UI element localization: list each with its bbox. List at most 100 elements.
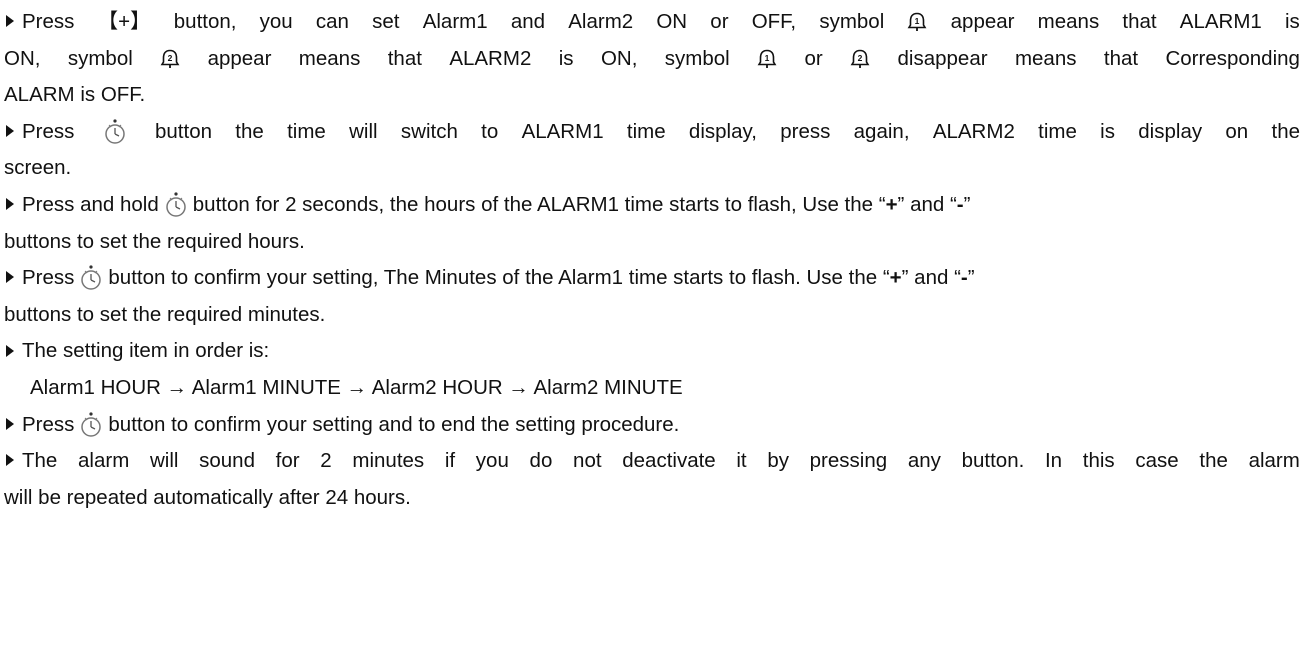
triangle-bullet-icon [6,344,14,357]
para1-line1: Press 【+】 button, you can set Alarm1 and Alarm2 O… [4,4,1300,41]
triangle-bullet-icon [6,454,14,467]
word: you [475,449,509,473]
word: alarm [78,449,130,473]
word: that [1103,46,1139,70]
word: deactivate [622,449,716,473]
word: time [626,119,666,143]
word: by [767,449,789,473]
word: minutes [352,449,425,473]
word: display [1138,119,1203,143]
alarm-clock-button-icon [81,265,102,291]
para1-line2: ON, symbol 2 appear means that ALARM2 is ON, symb… [4,41,1300,78]
word: set [372,10,400,33]
word: or [710,10,729,33]
svg-text:1: 1 [765,53,770,63]
word: you [259,10,293,33]
word: pressing [809,449,888,473]
para7-line2: will be repeated automatically after 24 … [4,480,1302,517]
para3-post: button for 2 seconds, the hours of the A… [192,192,886,216]
para4-line2: buttons to set the required minutes. [4,297,1302,334]
para7-line1: The alarm will sound for 2 minutes if you do not de… [4,443,1300,480]
word: appear [950,10,1015,33]
word: ALARM2 [932,119,1015,143]
word: ALARM1 [521,119,604,143]
word: display, [688,119,757,143]
alarm-clock-button-icon [81,412,102,437]
word: Corresponding [1165,46,1300,70]
para3-pre: Press and hold [22,192,159,216]
para4-line1: Press button to confirm your setting, Th… [4,260,1302,297]
word: symbol [67,46,133,70]
word: time [1038,119,1077,143]
word: button [155,119,212,143]
para5-text: The setting item in order is: [22,339,270,363]
para1-line3: ALARM is OFF. [4,77,1302,114]
alarm1-bell-icon: 1 [908,12,927,32]
alarm2-bell-icon: 2 [160,49,180,68]
word: to [481,119,499,143]
para6-post: button to confirm your setting and to en… [108,412,680,436]
setting-order-flow: Alarm1 HOUR → Alarm1 MINUTE → Alarm2 HOU… [4,370,1302,407]
alarm-clock-button-icon [104,119,125,144]
para7-text2: will be repeated automatically after 24 … [4,485,411,509]
word: appear [207,46,272,70]
para2-line1: Press button the time will switch to ALARM1 time… [4,114,1300,151]
word: alarm [1248,449,1300,473]
word: The [22,449,58,473]
word: Press [22,119,75,143]
svg-text:1: 1 [915,16,920,26]
word: again, [853,119,910,143]
para5-flow: Alarm1 HOUR → Alarm1 MINUTE → Alarm2 HOU… [30,375,683,399]
word: time [287,119,326,143]
para3-text2: buttons to set the required hours. [4,229,305,253]
word: is [558,46,574,70]
word: any [907,449,941,473]
para4-end: ” [967,266,975,290]
svg-text:2: 2 [168,53,173,63]
word: 2 [320,449,332,473]
word: is [1285,10,1300,33]
word: for [275,449,300,473]
word-group: The [4,443,57,480]
para3-end: ” [963,192,971,216]
word-group: Press [4,114,74,151]
para3-mid: ” and “ [897,192,957,216]
para3-plus: + [885,192,898,216]
triangle-bullet-icon [6,15,14,28]
word: ALARM1 [1179,10,1262,33]
word: or [804,46,823,70]
para5-line1: The setting item in order is: [4,333,1302,370]
word: means [1014,46,1077,70]
word: button, [173,10,237,33]
word: that [387,46,422,70]
word: OFF, [751,10,797,33]
word: can [315,10,349,33]
word: not [573,449,602,473]
word: on [1225,119,1249,143]
para4-plus: + [889,266,902,290]
manual-page: Press 【+】 button, you can set Alarm1 and Alarm2 O… [0,0,1306,516]
word: ON [656,10,688,33]
word: ON, [4,46,41,70]
word: the [1199,449,1228,473]
word: sound [199,449,255,473]
word: button. [961,449,1025,473]
word: means [1037,10,1100,33]
para3-line1: Press and hold button for 2 seconds, the… [4,187,1302,224]
word: do [529,449,553,473]
word: Press [22,10,75,33]
word: will [349,119,378,143]
word: and [510,10,546,33]
para6-pre: Press [22,412,75,436]
word: the [1271,119,1301,143]
word: ON, [600,46,638,70]
word-group: Press [4,4,74,41]
word: Alarm1 [422,10,488,33]
word: symbol [664,46,730,70]
para4-minus: - [960,266,968,290]
word: the [235,119,264,143]
para6-line1: Press button to confirm your setting and… [4,407,1302,444]
word: press [780,119,831,143]
word: Alarm2 [568,10,634,33]
para3-line2: buttons to set the required hours. [4,224,1302,261]
